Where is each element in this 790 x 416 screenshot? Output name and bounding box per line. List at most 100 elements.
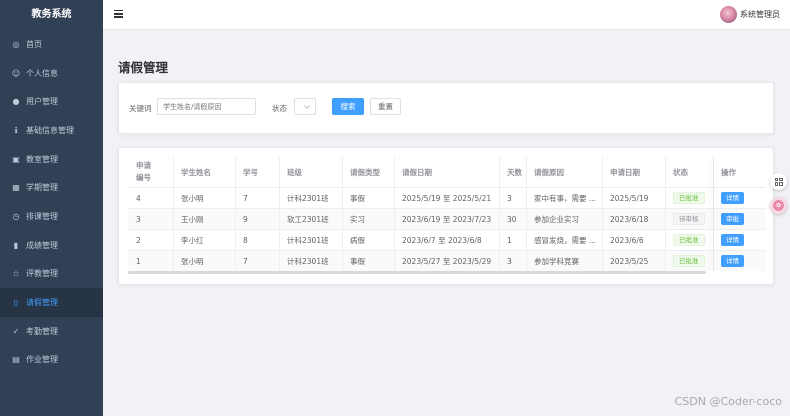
sidebar-item-6[interactable]: ◷ 排课管理: [0, 202, 103, 231]
username[interactable]: 系统管理员: [740, 9, 780, 20]
detail-button[interactable]: 详情: [721, 192, 744, 204]
sidebar-item-8[interactable]: ☆ 评教管理: [0, 260, 103, 289]
table-header: 申请编号 学生姓名 学号 班级 请假类型 请假日期 天数 请假原因 申请日期 状态 操作: [128, 157, 765, 188]
sidebar-item-label: 教室管理: [26, 154, 58, 164]
apply-date-cell: 2023/5/25: [610, 256, 649, 266]
reason-cell: 家中有事，需要 ...: [534, 193, 597, 203]
classroom-icon: ▣: [12, 154, 20, 164]
reset-button[interactable]: 重置: [370, 98, 401, 115]
header-apply-date-col: 申请日期: [610, 167, 640, 177]
compass-icon: ◎: [12, 39, 20, 49]
sidebar: 教务系统 ◎ 首页 ☺ 个人信息 ● 用户管理 ℹ 基础信息管理 ▣ 教室管理 ▦ 学期管理 ◷ 排课管理…: [0, 0, 103, 416]
keyword-input[interactable]: [157, 98, 256, 115]
search-button[interactable]: 搜索: [332, 98, 364, 115]
id-cell: 3: [136, 214, 141, 224]
reason-cell: 参加企业实习: [534, 214, 579, 224]
fixed-column-edge: [713, 157, 714, 271]
sidebar-item-10[interactable]: ✓ 考勤管理: [0, 317, 103, 346]
status-cell: 待审核: [665, 209, 713, 229]
class-cell: 计科2301班: [287, 235, 329, 245]
leave-type-cell: 实习: [350, 214, 365, 224]
apply-date-cell: 2025/5/19: [610, 193, 649, 203]
reason-cell: 感冒发烧，需要 ...: [534, 235, 597, 245]
student-name-cell: 王小刚: [181, 214, 204, 224]
column-divider: [342, 157, 343, 271]
sidebar-item-label: 评教管理: [26, 269, 58, 279]
header-status-col: 状态: [673, 167, 688, 177]
leave-type-cell: 事假: [350, 193, 365, 203]
sidebar-item-4[interactable]: ▣ 教室管理: [0, 145, 103, 174]
chevron-down-icon: [304, 103, 310, 109]
column-divider: [394, 157, 395, 271]
header-reason-col: 请假原因: [534, 167, 564, 177]
class-cell: 计科2301班: [287, 193, 329, 203]
status-badge: 已批准: [673, 234, 705, 246]
action-cell: 详情: [713, 251, 765, 271]
sidebar-item-label: 作业管理: [26, 355, 58, 365]
avatar[interactable]: [720, 6, 737, 23]
document-icon: ▯: [13, 298, 19, 308]
student-no-cell: 7: [243, 193, 248, 203]
column-divider: [602, 157, 603, 271]
header-class-col: 班级: [287, 167, 302, 177]
sidebar-item-0[interactable]: ◎ 首页: [0, 30, 103, 59]
leave-table-panel: 申请编号 学生姓名 学号 班级 请假类型 请假日期 天数 请假原因 申请日期 状态 操作 4 张小明 7 计…: [118, 147, 774, 285]
menu-toggle-icon[interactable]: [114, 10, 123, 18]
student-no-cell: 9: [243, 214, 248, 224]
sidebar-item-9[interactable]: ▯ 请假管理: [0, 288, 103, 317]
status-label: 状态: [272, 104, 287, 113]
column-divider: [665, 157, 666, 271]
days-cell: 3: [507, 193, 512, 203]
top-bar: 系统管理员: [103, 0, 790, 30]
status-select[interactable]: [294, 98, 316, 115]
page-title: 请假管理: [118, 60, 169, 75]
column-divider: [173, 157, 174, 271]
action-cell: 详情: [713, 188, 765, 208]
approve-button[interactable]: 审批: [721, 213, 744, 225]
status-badge: 待审核: [673, 213, 705, 225]
status-badge: 已批准: [673, 255, 705, 267]
detail-button[interactable]: 详情: [721, 234, 744, 246]
student-no-cell: 7: [243, 256, 248, 266]
days-cell: 3: [507, 256, 512, 266]
sidebar-item-3[interactable]: ℹ 基础信息管理: [0, 116, 103, 145]
sidebar-item-5[interactable]: ▦ 学期管理: [0, 173, 103, 202]
file-icon: ▤: [12, 355, 20, 365]
apply-date-cell: 2023/6/18: [610, 214, 649, 224]
id-cell: 4: [136, 193, 141, 203]
status-badge: 已批准: [673, 192, 705, 204]
table-row: 2 李小红 8 计科2301班 病假 2023/6/7 至 2023/6/8 1 感冒发烧，需…: [128, 230, 765, 251]
sidebar-item-label: 考勤管理: [26, 326, 58, 336]
column-divider: [499, 157, 500, 271]
sidebar-item-label: 基础信息管理: [26, 125, 74, 135]
student-name-cell: 张小明: [181, 193, 204, 203]
apps-float-button[interactable]: [770, 173, 787, 190]
sidebar-item-11[interactable]: ▤ 作业管理: [0, 346, 103, 375]
search-panel: 关键词 状态 搜索 重置: [118, 82, 774, 134]
calendar-icon: ▦: [12, 183, 20, 193]
class-cell: 计科2301班: [287, 256, 329, 266]
detail-button[interactable]: 详情: [721, 255, 744, 267]
sidebar-item-label: 请假管理: [26, 298, 58, 308]
header-leave-type-col: 请假类型: [350, 167, 380, 177]
status-cell: 已批准: [665, 188, 713, 208]
header-leave-dates-col: 请假日期: [402, 167, 432, 177]
table-row: 3 王小刚 9 软工2301班 实习 2023/6/19 至 2023/7/23 30 参加企…: [128, 209, 765, 230]
student-name-cell: 李小红: [181, 235, 204, 245]
user-menu[interactable]: 系统管理员: [720, 6, 780, 23]
reason-cell: 参加学科竞赛: [534, 256, 579, 266]
action-cell: 审批: [713, 209, 765, 229]
horizontal-scrollbar[interactable]: [128, 271, 706, 274]
class-cell: 软工2301班: [287, 214, 329, 224]
sidebar-item-1[interactable]: ☺ 个人信息: [0, 59, 103, 88]
bar-chart-icon: ▮: [13, 240, 19, 250]
assistant-float-button[interactable]: ✿: [770, 197, 787, 214]
leave-table: 申请编号 学生姓名 学号 班级 请假类型 请假日期 天数 请假原因 申请日期 状态 操作 4 张小明 7 计…: [128, 157, 765, 271]
sidebar-item-7[interactable]: ▮ 成绩管理: [0, 231, 103, 260]
header-action-col: 操作: [721, 167, 736, 177]
sidebar-item-label: 个人信息: [26, 68, 58, 78]
check-icon: ✓: [12, 326, 20, 336]
sidebar-item-2[interactable]: ● 用户管理: [0, 87, 103, 116]
action-cell: 详情: [713, 230, 765, 250]
user-outline-icon: ☺: [11, 68, 21, 78]
